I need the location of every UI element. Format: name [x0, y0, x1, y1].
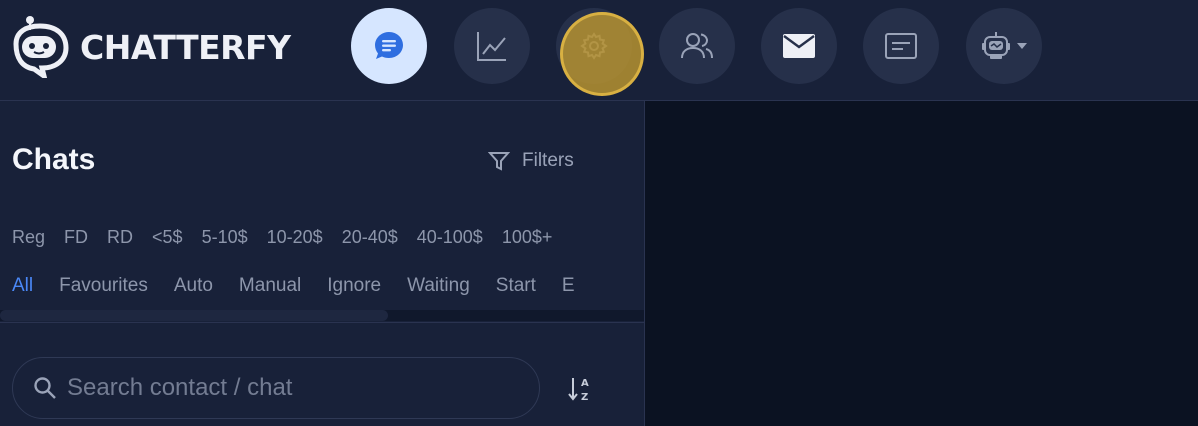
logo[interactable]: CHATTERFY [10, 14, 310, 78]
robot-icon [982, 32, 1010, 59]
chat-tabs: All Favourites Auto Manual Ignore Waitin… [12, 275, 644, 297]
filters-label: Filters [522, 150, 574, 171]
nav-mail-button[interactable] [761, 8, 837, 84]
tabs-scrollbar[interactable] [0, 310, 644, 321]
analytics-chart-icon [477, 32, 506, 61]
tag-rd[interactable]: RD [107, 227, 133, 248]
tab-auto[interactable]: Auto [174, 275, 213, 297]
tab-favourites[interactable]: Favourites [59, 275, 148, 297]
divider [0, 322, 644, 323]
chat-list-panel: Chats Filters Reg FD RD <5$ 5-10$ 10-20$… [0, 101, 645, 426]
search-input[interactable] [65, 373, 539, 403]
tab-all[interactable]: All [12, 275, 33, 297]
users-icon [681, 33, 713, 59]
search-icon [34, 377, 56, 399]
scrollbar-thumb[interactable] [0, 310, 388, 321]
nav-chats-button[interactable] [351, 8, 427, 84]
tag-40-100[interactable]: 40-100$ [417, 227, 483, 248]
mail-icon [783, 34, 815, 58]
tab-manual[interactable]: Manual [239, 275, 301, 297]
tag-10-20[interactable]: 10-20$ [267, 227, 323, 248]
tag-5-10[interactable]: 5-10$ [202, 227, 248, 248]
app-name: CHATTERFY [80, 28, 291, 67]
tag-under-5[interactable]: <5$ [152, 227, 183, 248]
conversation-panel [645, 101, 1198, 426]
tag-fd[interactable]: FD [64, 227, 88, 248]
nav-analytics-button[interactable] [454, 8, 530, 84]
tag-reg[interactable]: Reg [12, 227, 45, 248]
page-title: Chats [12, 143, 96, 176]
tab-start[interactable]: Start [496, 275, 536, 297]
sort-az-icon: A Z [568, 378, 589, 403]
deposit-tag-filters: Reg FD RD <5$ 5-10$ 10-20$ 20-40$ 40-100… [12, 227, 552, 248]
nav-messages-button[interactable] [863, 8, 939, 84]
nav-users-button[interactable] [659, 8, 735, 84]
top-bar: CHATTERFY [0, 0, 1198, 101]
svg-text:Z: Z [581, 392, 588, 403]
tag-20-40[interactable]: 20-40$ [342, 227, 398, 248]
nav-bot-menu-button[interactable] [966, 8, 1042, 84]
sort-button[interactable]: A Z [560, 369, 600, 409]
chevron-down-icon [1017, 43, 1027, 49]
tab-waiting[interactable]: Waiting [407, 275, 470, 297]
chatterfy-logo-icon [13, 16, 69, 78]
nav-settings-button[interactable] [556, 8, 632, 84]
tag-100-plus[interactable]: 100$+ [502, 227, 553, 248]
svg-text:A: A [581, 378, 589, 389]
filter-funnel-icon [488, 152, 510, 171]
gear-icon [580, 32, 608, 60]
chat-bubble-icon [375, 32, 403, 59]
tab-ignore[interactable]: Ignore [327, 275, 381, 297]
message-box-icon [885, 33, 917, 59]
tab-truncated[interactable]: E [562, 275, 575, 297]
filters-button[interactable]: Filters [488, 149, 574, 173]
search-box [12, 357, 540, 419]
